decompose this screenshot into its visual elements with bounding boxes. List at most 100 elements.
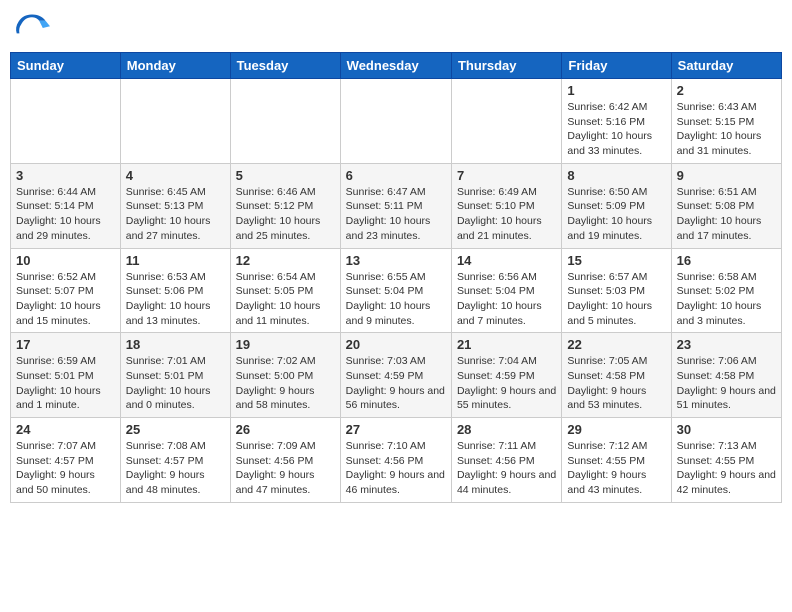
calendar-cell: 17 Sunrise: 6:59 AM Sunset: 5:01 PM Dayli… — [11, 333, 121, 418]
calendar-header-saturday: Saturday — [671, 53, 781, 79]
calendar-cell: 24 Sunrise: 7:07 AM Sunset: 4:57 PM Dayli… — [11, 418, 121, 503]
day-info: Sunrise: 6:59 AM Sunset: 5:01 PM Dayligh… — [16, 354, 115, 413]
calendar-cell: 3 Sunrise: 6:44 AM Sunset: 5:14 PM Daylig… — [11, 163, 121, 248]
day-number: 30 — [677, 422, 776, 437]
day-info: Sunrise: 7:02 AM Sunset: 5:00 PM Dayligh… — [236, 354, 335, 413]
day-info: Sunrise: 7:07 AM Sunset: 4:57 PM Dayligh… — [16, 439, 115, 498]
calendar-cell: 25 Sunrise: 7:08 AM Sunset: 4:57 PM Dayli… — [120, 418, 230, 503]
calendar-week-row: 1 Sunrise: 6:42 AM Sunset: 5:16 PM Daylig… — [11, 79, 782, 164]
day-number: 5 — [236, 168, 335, 183]
day-info: Sunrise: 7:08 AM Sunset: 4:57 PM Dayligh… — [126, 439, 225, 498]
calendar-cell: 12Sunrise: 6:54 AM Sunset: 5:05 PM Dayli… — [230, 248, 340, 333]
calendar-week-row: 17 Sunrise: 6:59 AM Sunset: 5:01 PM Dayli… — [11, 333, 782, 418]
day-number: 10 — [16, 253, 115, 268]
day-number: 2 — [677, 83, 776, 98]
calendar-cell: 18 Sunrise: 7:01 AM Sunset: 5:01 PM Dayli… — [120, 333, 230, 418]
calendar: SundayMondayTuesdayWednesdayThursdayFrid… — [10, 52, 782, 503]
calendar-cell: 14 Sunrise: 6:56 AM Sunset: 5:04 PM Dayli… — [451, 248, 561, 333]
day-info: Sunrise: 6:45 AM Sunset: 5:13 PM Dayligh… — [126, 185, 225, 244]
calendar-header-tuesday: Tuesday — [230, 53, 340, 79]
calendar-cell: 28Sunrise: 7:11 AM Sunset: 4:56 PM Dayli… — [451, 418, 561, 503]
day-info: Sunrise: 7:01 AM Sunset: 5:01 PM Dayligh… — [126, 354, 225, 413]
day-number: 1 — [567, 83, 665, 98]
calendar-cell: 27 Sunrise: 7:10 AM Sunset: 4:56 PM Dayli… — [340, 418, 451, 503]
day-number: 18 — [126, 337, 225, 352]
day-number: 14 — [457, 253, 556, 268]
day-number: 15 — [567, 253, 665, 268]
day-number: 8 — [567, 168, 665, 183]
day-info: Sunrise: 6:52 AM Sunset: 5:07 PM Dayligh… — [16, 270, 115, 329]
day-info: Sunrise: 6:58 AM Sunset: 5:02 PM Dayligh… — [677, 270, 776, 329]
day-number: 24 — [16, 422, 115, 437]
day-number: 19 — [236, 337, 335, 352]
day-info: Sunrise: 6:47 AM Sunset: 5:11 PM Dayligh… — [346, 185, 446, 244]
day-info: Sunrise: 6:42 AM Sunset: 5:16 PM Dayligh… — [567, 100, 665, 159]
day-number: 16 — [677, 253, 776, 268]
logo — [14, 10, 54, 46]
day-number: 11 — [126, 253, 225, 268]
day-number: 7 — [457, 168, 556, 183]
day-info: Sunrise: 7:03 AM Sunset: 4:59 PM Dayligh… — [346, 354, 446, 413]
day-info: Sunrise: 6:49 AM Sunset: 5:10 PM Dayligh… — [457, 185, 556, 244]
day-number: 6 — [346, 168, 446, 183]
day-info: Sunrise: 6:54 AM Sunset: 5:05 PM Dayligh… — [236, 270, 335, 329]
day-info: Sunrise: 6:53 AM Sunset: 5:06 PM Dayligh… — [126, 270, 225, 329]
day-info: Sunrise: 6:51 AM Sunset: 5:08 PM Dayligh… — [677, 185, 776, 244]
day-info: Sunrise: 7:04 AM Sunset: 4:59 PM Dayligh… — [457, 354, 556, 413]
calendar-cell: 22 Sunrise: 7:05 AM Sunset: 4:58 PM Dayli… — [562, 333, 671, 418]
calendar-cell: 23Sunrise: 7:06 AM Sunset: 4:58 PM Dayli… — [671, 333, 781, 418]
day-info: Sunrise: 7:10 AM Sunset: 4:56 PM Dayligh… — [346, 439, 446, 498]
calendar-cell — [451, 79, 561, 164]
day-number: 20 — [346, 337, 446, 352]
calendar-cell: 29Sunrise: 7:12 AM Sunset: 4:55 PM Dayli… — [562, 418, 671, 503]
calendar-cell: 30 Sunrise: 7:13 AM Sunset: 4:55 PM Dayli… — [671, 418, 781, 503]
day-info: Sunrise: 6:50 AM Sunset: 5:09 PM Dayligh… — [567, 185, 665, 244]
day-number: 23 — [677, 337, 776, 352]
calendar-cell: 6 Sunrise: 6:47 AM Sunset: 5:11 PM Daylig… — [340, 163, 451, 248]
calendar-header-monday: Monday — [120, 53, 230, 79]
day-number: 27 — [346, 422, 446, 437]
day-info: Sunrise: 6:44 AM Sunset: 5:14 PM Dayligh… — [16, 185, 115, 244]
day-info: Sunrise: 6:46 AM Sunset: 5:12 PM Dayligh… — [236, 185, 335, 244]
calendar-cell: 11 Sunrise: 6:53 AM Sunset: 5:06 PM Dayli… — [120, 248, 230, 333]
calendar-header-thursday: Thursday — [451, 53, 561, 79]
calendar-cell — [340, 79, 451, 164]
calendar-cell: 10 Sunrise: 6:52 AM Sunset: 5:07 PM Dayli… — [11, 248, 121, 333]
calendar-header-sunday: Sunday — [11, 53, 121, 79]
day-number: 21 — [457, 337, 556, 352]
calendar-week-row: 3 Sunrise: 6:44 AM Sunset: 5:14 PM Daylig… — [11, 163, 782, 248]
day-info: Sunrise: 7:09 AM Sunset: 4:56 PM Dayligh… — [236, 439, 335, 498]
day-number: 22 — [567, 337, 665, 352]
day-number: 17 — [16, 337, 115, 352]
logo-icon — [14, 10, 50, 46]
calendar-cell — [230, 79, 340, 164]
calendar-cell: 16 Sunrise: 6:58 AM Sunset: 5:02 PM Dayli… — [671, 248, 781, 333]
calendar-cell: 4 Sunrise: 6:45 AM Sunset: 5:13 PM Daylig… — [120, 163, 230, 248]
day-info: Sunrise: 7:13 AM Sunset: 4:55 PM Dayligh… — [677, 439, 776, 498]
calendar-cell: 7 Sunrise: 6:49 AM Sunset: 5:10 PM Daylig… — [451, 163, 561, 248]
calendar-week-row: 10 Sunrise: 6:52 AM Sunset: 5:07 PM Dayli… — [11, 248, 782, 333]
calendar-cell: 20 Sunrise: 7:03 AM Sunset: 4:59 PM Dayli… — [340, 333, 451, 418]
calendar-cell: 15 Sunrise: 6:57 AM Sunset: 5:03 PM Dayli… — [562, 248, 671, 333]
page-header — [10, 10, 782, 46]
calendar-header-wednesday: Wednesday — [340, 53, 451, 79]
calendar-cell: 21 Sunrise: 7:04 AM Sunset: 4:59 PM Dayli… — [451, 333, 561, 418]
calendar-header-friday: Friday — [562, 53, 671, 79]
calendar-cell: 5 Sunrise: 6:46 AM Sunset: 5:12 PM Daylig… — [230, 163, 340, 248]
day-info: Sunrise: 6:57 AM Sunset: 5:03 PM Dayligh… — [567, 270, 665, 329]
day-number: 9 — [677, 168, 776, 183]
calendar-cell: 8 Sunrise: 6:50 AM Sunset: 5:09 PM Daylig… — [562, 163, 671, 248]
calendar-cell — [11, 79, 121, 164]
day-number: 26 — [236, 422, 335, 437]
day-number: 4 — [126, 168, 225, 183]
day-info: Sunrise: 7:05 AM Sunset: 4:58 PM Dayligh… — [567, 354, 665, 413]
calendar-cell — [120, 79, 230, 164]
day-info: Sunrise: 6:56 AM Sunset: 5:04 PM Dayligh… — [457, 270, 556, 329]
calendar-cell: 13Sunrise: 6:55 AM Sunset: 5:04 PM Dayli… — [340, 248, 451, 333]
day-number: 13 — [346, 253, 446, 268]
calendar-cell: 19 Sunrise: 7:02 AM Sunset: 5:00 PM Dayli… — [230, 333, 340, 418]
day-number: 3 — [16, 168, 115, 183]
calendar-cell: 1 Sunrise: 6:42 AM Sunset: 5:16 PM Daylig… — [562, 79, 671, 164]
day-info: Sunrise: 6:43 AM Sunset: 5:15 PM Dayligh… — [677, 100, 776, 159]
day-number: 25 — [126, 422, 225, 437]
